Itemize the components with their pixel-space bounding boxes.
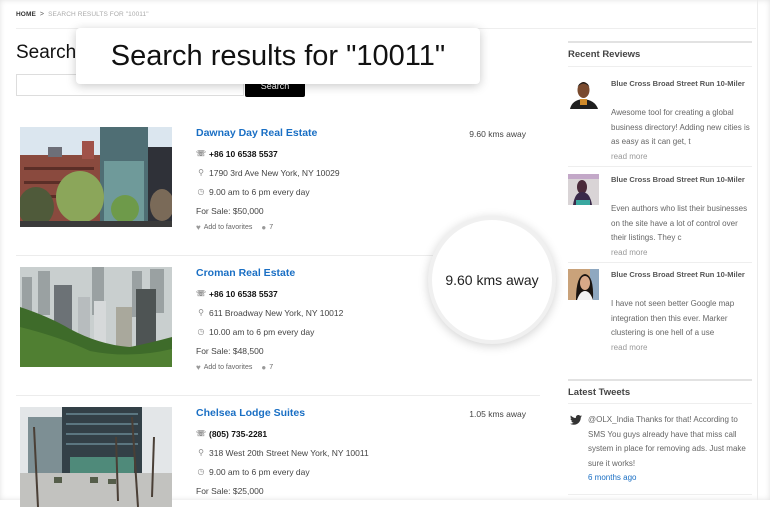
listing-hours: ◷ 9.00 am to 6 pm every day [196, 185, 536, 198]
listing-info: Chelsea Lodge Suites 1.05 kms away ☏ (80… [196, 407, 536, 497]
breadcrumb-home-link[interactable]: HOME [16, 11, 36, 18]
review-text: Even authors who list their businesses o… [611, 204, 748, 242]
tweet-text: @OLX_India Thanks for that! According to… [588, 415, 746, 468]
phone-icon: ☏ [196, 429, 207, 438]
search-title-callout: Search results for "10011" [76, 28, 480, 84]
clock-icon: ◷ [197, 187, 205, 196]
review-divider [568, 166, 752, 167]
breadcrumb-chevron-icon: > [39, 11, 45, 18]
breadcrumb: HOME > SEARCH RESULTS FOR "10011" [16, 11, 149, 18]
tweet-time-link[interactable]: 6 months ago [588, 471, 752, 486]
phone-icon: ☏ [196, 149, 207, 158]
review-divider [568, 262, 752, 263]
brick-buildings-image [20, 127, 172, 227]
listing-address: ⚲ 1790 3rd Ave New York, NY 10029 [196, 166, 536, 179]
listing-phone-text: +86 10 6538 5537 [209, 288, 278, 299]
comment-count: 7 [269, 224, 274, 231]
listing-price: For Sale: $48,500 [196, 345, 264, 356]
read-more-link[interactable]: read more [611, 246, 753, 261]
map-pin-icon: ⚲ [198, 168, 204, 177]
listing-phone: ☏ +86 10 6538 5537 [196, 147, 536, 160]
reviewer-photo [568, 269, 599, 300]
listing-hours-text: 9.00 am to 6 pm every day [209, 186, 310, 197]
add-to-favorites-link[interactable]: Add to favorites [204, 364, 253, 371]
plaza-image [20, 407, 172, 507]
breadcrumb-current: SEARCH RESULTS FOR "10011" [48, 11, 149, 18]
widget-divider [568, 66, 752, 67]
clock-icon: ◷ [197, 327, 205, 336]
listing-hours: ◷ 9.00 am to 6 pm every day [196, 465, 536, 478]
reviewer-avatar [568, 174, 599, 205]
review-text: I have not seen better Google map integr… [611, 299, 735, 337]
comment-icon[interactable]: ● [261, 223, 266, 232]
listing-phone-text: (805) 735-2281 [209, 428, 268, 439]
review-title[interactable]: Blue Cross Broad Street Run 10-Miler [611, 172, 751, 187]
comment-icon[interactable]: ● [261, 363, 266, 372]
listing-distance: 9.60 kms away [469, 129, 526, 139]
widget-divider [568, 403, 752, 404]
heart-icon[interactable]: ♥ [196, 363, 201, 372]
map-pin-icon: ⚲ [198, 448, 204, 457]
widget-divider [568, 379, 752, 381]
map-pin-icon: ⚲ [198, 308, 204, 317]
city-skyline-image [20, 267, 172, 367]
review-item: Blue Cross Broad Street Run 10-Miler Awe… [568, 76, 752, 166]
widget-divider [568, 494, 752, 495]
listing-photo[interactable] [20, 407, 172, 507]
twitter-bird-icon [570, 415, 582, 428]
review-body: Awesome tool for creating a global busin… [611, 106, 753, 164]
listing-photo[interactable] [20, 267, 172, 367]
review-text: Awesome tool for creating a global busin… [611, 108, 750, 146]
tweet-item: @OLX_India Thanks for that! According to… [568, 413, 752, 493]
listing-price: For Sale: $50,000 [196, 205, 264, 216]
read-more-link[interactable]: read more [611, 150, 753, 165]
listing-address-text: 1790 3rd Ave New York, NY 10029 [209, 167, 340, 178]
read-more-link[interactable]: read more [611, 341, 753, 356]
listing-phone: ☏ (805) 735-2281 [196, 427, 536, 440]
latest-tweets-title: Latest Tweets [568, 387, 631, 398]
review-item: Blue Cross Broad Street Run 10-Miler I h… [568, 267, 752, 357]
review-item: Blue Cross Broad Street Run 10-Miler Eve… [568, 172, 752, 262]
listing-hours-text: 10.00 am to 6 pm every day [209, 326, 315, 337]
listing-address: ⚲ 318 West 20th Street New York, NY 1001… [196, 446, 536, 459]
review-title[interactable]: Blue Cross Broad Street Run 10-Miler [611, 267, 751, 282]
reviewer-photo [568, 174, 599, 205]
distance-magnifier-callout: 9.60 kms away [428, 216, 556, 344]
widget-divider [568, 41, 752, 43]
listing-divider [16, 395, 540, 396]
reviewer-avatar [568, 269, 599, 300]
right-divider [757, 0, 758, 500]
listing-phone-text: +86 10 6538 5537 [209, 148, 278, 159]
listing-item: Chelsea Lodge Suites 1.05 kms away ☏ (80… [16, 407, 540, 507]
review-title[interactable]: Blue Cross Broad Street Run 10-Miler [611, 76, 751, 91]
listing-address-text: 318 West 20th Street New York, NY 10011 [209, 447, 369, 458]
comment-count: 7 [269, 364, 274, 371]
listing-distance: 1.05 kms away [469, 409, 526, 419]
heart-icon[interactable]: ♥ [196, 223, 201, 232]
listing-price: For Sale: $25,000 [196, 485, 264, 496]
twitter-icon [570, 415, 582, 425]
listing-hours-text: 9.00 am to 6 pm every day [209, 466, 310, 477]
review-body: Even authors who list their businesses o… [611, 202, 753, 260]
listing-photo[interactable] [20, 127, 172, 227]
add-to-favorites-link[interactable]: Add to favorites [204, 224, 253, 231]
listing-actions: ♥ Add to favorites ● 7 [196, 363, 536, 372]
reviewer-avatar [568, 78, 599, 109]
review-body: I have not seen better Google map integr… [611, 297, 753, 355]
phone-icon: ☏ [196, 289, 207, 298]
clock-icon: ◷ [197, 467, 205, 476]
reviewer-photo [568, 78, 599, 109]
listing-address-text: 611 Broadway New York, NY 10012 [209, 307, 344, 318]
recent-reviews-title: Recent Reviews [568, 49, 641, 60]
tweet-body: @OLX_India Thanks for that! According to… [588, 413, 752, 486]
